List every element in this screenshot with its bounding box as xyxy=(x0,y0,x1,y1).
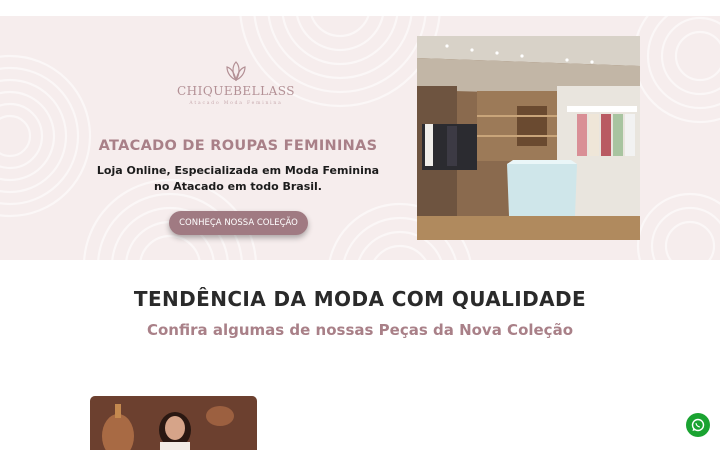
product-image xyxy=(90,396,257,450)
store-interior-image xyxy=(417,36,640,240)
section-title: TENDÊNCIA DA MODA COM QUALIDADE xyxy=(133,287,587,311)
brand-tagline: Atacado Moda Feminina xyxy=(189,101,283,106)
hero-banner: CHIQUEBELLASS Atacado Moda Feminina ATAC… xyxy=(0,16,720,260)
brand-name: CHIQUEBELLASS xyxy=(176,84,295,98)
whatsapp-icon xyxy=(691,418,705,432)
whatsapp-button[interactable] xyxy=(686,413,710,437)
hero-subtitle: Loja Online, Especializada em Moda Femin… xyxy=(96,164,380,193)
product-card[interactable] xyxy=(90,396,257,450)
top-bar xyxy=(0,0,720,16)
section-subtitle: Confira algumas de nossas Peças da Nova … xyxy=(146,321,574,339)
brand-logo[interactable]: CHIQUEBELLASS Atacado Moda Feminina xyxy=(176,60,296,120)
hero-title: ATACADO DE ROUPAS FEMININAS xyxy=(98,138,378,154)
lotus-icon xyxy=(226,61,246,82)
collection-cta-button[interactable]: CONHEÇA NOSSA COLEÇÃO xyxy=(169,211,308,235)
